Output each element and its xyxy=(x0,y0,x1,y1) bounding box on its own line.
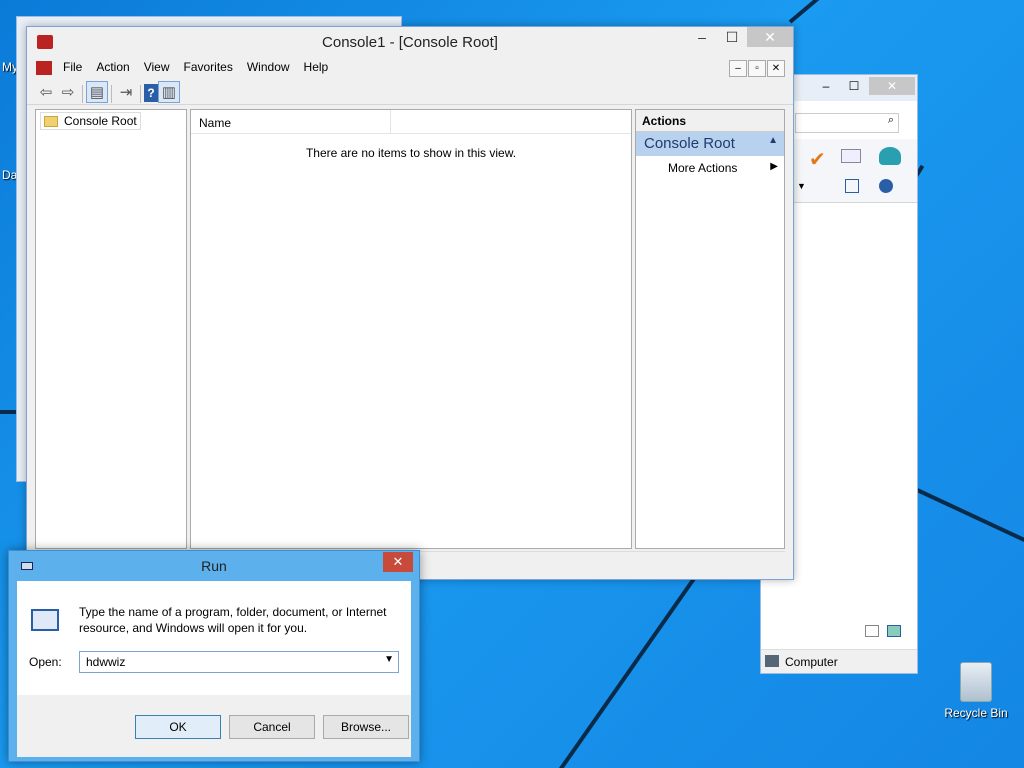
list-header: Name xyxy=(191,110,631,134)
pane-icon[interactable] xyxy=(845,179,859,193)
recycle-bin[interactable]: Recycle Bin xyxy=(944,662,1008,720)
help-icon[interactable] xyxy=(879,179,893,193)
run-body: Type the name of a program, folder, docu… xyxy=(17,581,411,757)
open-input[interactable]: hdwwiz xyxy=(86,655,125,669)
forward-arrow-icon[interactable]: ⇨ xyxy=(57,82,79,104)
ok-button[interactable]: OK xyxy=(135,715,221,739)
mdi-minimize-button[interactable]: – xyxy=(729,60,747,77)
run-titlebar[interactable]: Run ✕ xyxy=(9,551,419,577)
show-hide-tree-icon[interactable]: ▤ xyxy=(86,81,108,103)
search-icon: ⌕ xyxy=(887,114,894,126)
menu-bar: File Action View Favorites Window Help – ▫ ✕ xyxy=(27,57,793,79)
menu-view[interactable]: View xyxy=(137,57,177,77)
search-input[interactable]: ⌕ xyxy=(795,113,899,133)
mdi-restore-button[interactable]: ▫ xyxy=(748,60,766,77)
toolbar-separator xyxy=(140,84,141,103)
minimize-button[interactable]: – xyxy=(687,27,717,47)
empty-message: There are no items to show in this view. xyxy=(305,146,517,160)
large-icons-view-icon[interactable] xyxy=(887,625,901,637)
explorer-minimize-button[interactable]: – xyxy=(813,77,839,95)
run-title: Run xyxy=(201,558,227,574)
result-pane[interactable]: Name There are no items to show in this … xyxy=(190,109,632,549)
mdi-close-button[interactable]: ✕ xyxy=(767,60,785,77)
chevron-down-icon[interactable]: ▼ xyxy=(384,654,394,665)
help-icon[interactable]: ? xyxy=(144,84,158,102)
explorer-statusbar: Computer xyxy=(761,649,917,673)
recycle-bin-icon xyxy=(960,662,992,702)
run-program-icon xyxy=(31,609,59,631)
explorer-close-button[interactable]: ✕ xyxy=(869,77,915,95)
close-button[interactable]: ✕ xyxy=(747,27,793,47)
checkmark-icon[interactable]: ✔ xyxy=(809,147,826,172)
wallpaper-line xyxy=(788,0,1022,24)
cancel-button[interactable]: Cancel xyxy=(229,715,315,739)
collapse-arrow-icon[interactable]: ▲ xyxy=(768,135,778,146)
menu-action[interactable]: Action xyxy=(89,57,136,77)
actions-pane: Actions Console Root ▲ More Actions ▶ xyxy=(635,109,785,549)
mdi-controls: – ▫ ✕ xyxy=(728,60,785,77)
actions-section-label: Console Root xyxy=(644,135,735,152)
column-header-name[interactable]: Name xyxy=(191,110,391,134)
back-arrow-icon[interactable]: ⇦ xyxy=(35,82,57,104)
more-actions-item[interactable]: More Actions ▶ xyxy=(636,156,784,175)
browse-button[interactable]: Browse... xyxy=(323,715,409,739)
dropdown-arrow-icon[interactable]: ▼ xyxy=(797,181,806,191)
status-text: Computer xyxy=(785,655,838,669)
run-close-button[interactable]: ✕ xyxy=(383,552,413,572)
explorer-maximize-button[interactable]: ☐ xyxy=(841,77,867,95)
open-label: Open: xyxy=(29,655,62,669)
details-view-icon[interactable] xyxy=(865,625,879,637)
maximize-button[interactable]: ☐ xyxy=(717,27,747,47)
network-icon[interactable] xyxy=(879,147,901,165)
actions-header: Actions xyxy=(636,110,784,132)
menu-favorites[interactable]: Favorites xyxy=(177,57,240,77)
tree-node-label: Console Root xyxy=(64,114,137,128)
menu-file[interactable]: File xyxy=(56,57,89,77)
tree-node-console-root[interactable]: Console Root xyxy=(40,112,141,130)
recycle-bin-label: Recycle Bin xyxy=(944,706,1008,720)
menu-help[interactable]: Help xyxy=(297,57,336,77)
toolbar-separator xyxy=(82,84,83,103)
mail-icon[interactable] xyxy=(841,149,861,163)
mmc-titlebar[interactable]: Console1 - [Console Root] – ☐ ✕ xyxy=(27,27,793,57)
toolbar-separator xyxy=(111,84,112,103)
menu-window[interactable]: Window xyxy=(240,57,297,77)
tree-pane[interactable]: Console Root xyxy=(35,109,187,549)
computer-icon xyxy=(765,655,779,667)
folder-icon xyxy=(44,116,58,128)
mmc-toolbar: ⇦ ⇨ ▤ ⇥? ▥ xyxy=(27,79,793,105)
more-actions-label: More Actions xyxy=(668,161,738,175)
submenu-arrow-icon: ▶ xyxy=(770,161,778,172)
document-icon[interactable] xyxy=(36,61,52,75)
run-content: Type the name of a program, folder, docu… xyxy=(17,581,411,695)
window-title: Console1 - [Console Root] xyxy=(322,34,498,51)
mmc-window[interactable]: Console1 - [Console Root] – ☐ ✕ File Acti… xyxy=(26,26,794,580)
run-description: Type the name of a program, folder, docu… xyxy=(79,605,387,635)
run-dialog[interactable]: Run ✕ Type the name of a program, folder… xyxy=(8,550,420,762)
export-list-icon[interactable]: ⇥ xyxy=(115,82,137,104)
open-combobox[interactable]: hdwwiz ▼ xyxy=(79,651,399,673)
show-hide-action-pane-icon[interactable]: ▥ xyxy=(158,81,180,103)
actions-section-console-root[interactable]: Console Root ▲ xyxy=(636,132,784,156)
